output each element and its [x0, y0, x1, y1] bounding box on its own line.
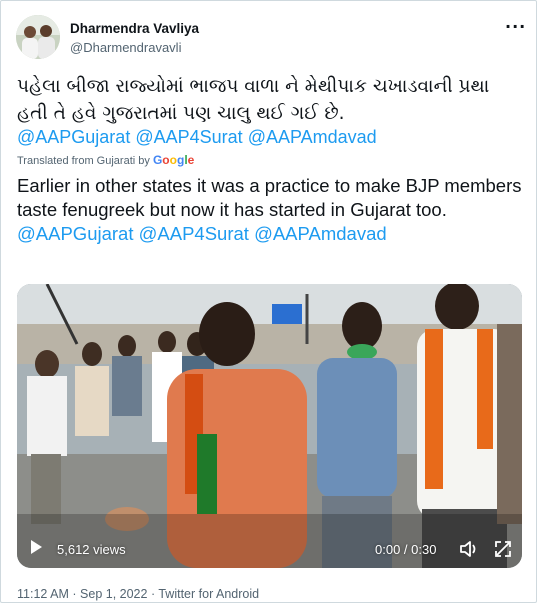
translated-mention-aap4surat[interactable]: @AAP4Surat: [139, 223, 249, 244]
tweet-metadata: 11:12 AM · Sep 1, 2022 · Twitter for And…: [17, 587, 259, 601]
separator: ·: [150, 587, 156, 601]
google-logo[interactable]: Google: [153, 153, 194, 167]
translation-attribution: Translated from Gujarati by Google: [17, 153, 194, 167]
translated-mention-aapgujarat[interactable]: @AAPGujarat: [17, 223, 133, 244]
translated-label: Translated from Gujarati by: [17, 155, 150, 167]
original-mentions: @AAPGujarat @AAP4Surat @AAPAmdavad: [17, 127, 377, 148]
fullscreen-icon[interactable]: [493, 539, 513, 563]
separator: ·: [72, 587, 77, 601]
tweet-time[interactable]: 11:12 AM: [17, 587, 69, 601]
video-player[interactable]: 5,612 views 0:00 / 0:30: [17, 284, 522, 568]
tweet-text-original: પહેલા બીજા રાજ્યોમાં ભાજપ વાળા ને મેથીપા…: [17, 76, 490, 124]
tweet-text-translated: Earlier in other states it was a practic…: [17, 174, 522, 246]
mention-aapgujarat[interactable]: @AAPGujarat: [17, 127, 130, 147]
video-time: 0:00 / 0:30: [375, 542, 437, 557]
play-icon[interactable]: [31, 540, 42, 554]
tweet-card: Dharmendra Vavliya @Dharmendravavli ··· …: [0, 0, 537, 603]
translated-body: Earlier in other states it was a practic…: [17, 175, 522, 220]
mention-aapamdavad[interactable]: @AAPAmdavad: [248, 127, 377, 147]
author-handle[interactable]: @Dharmendravavli: [70, 40, 181, 55]
more-icon[interactable]: ···: [505, 17, 526, 36]
volume-icon[interactable]: [459, 540, 479, 562]
video-frame: [17, 284, 522, 568]
mention-aap4surat[interactable]: @AAP4Surat: [135, 127, 242, 147]
tweet-date[interactable]: Sep 1, 2022: [80, 587, 147, 601]
video-views: 5,612 views: [57, 542, 126, 557]
tweet-source[interactable]: Twitter for Android: [158, 587, 259, 601]
translated-mention-aapamdavad[interactable]: @AAPAmdavad: [254, 223, 387, 244]
avatar[interactable]: [16, 15, 60, 59]
author-name[interactable]: Dharmendra Vavliya: [70, 21, 199, 36]
